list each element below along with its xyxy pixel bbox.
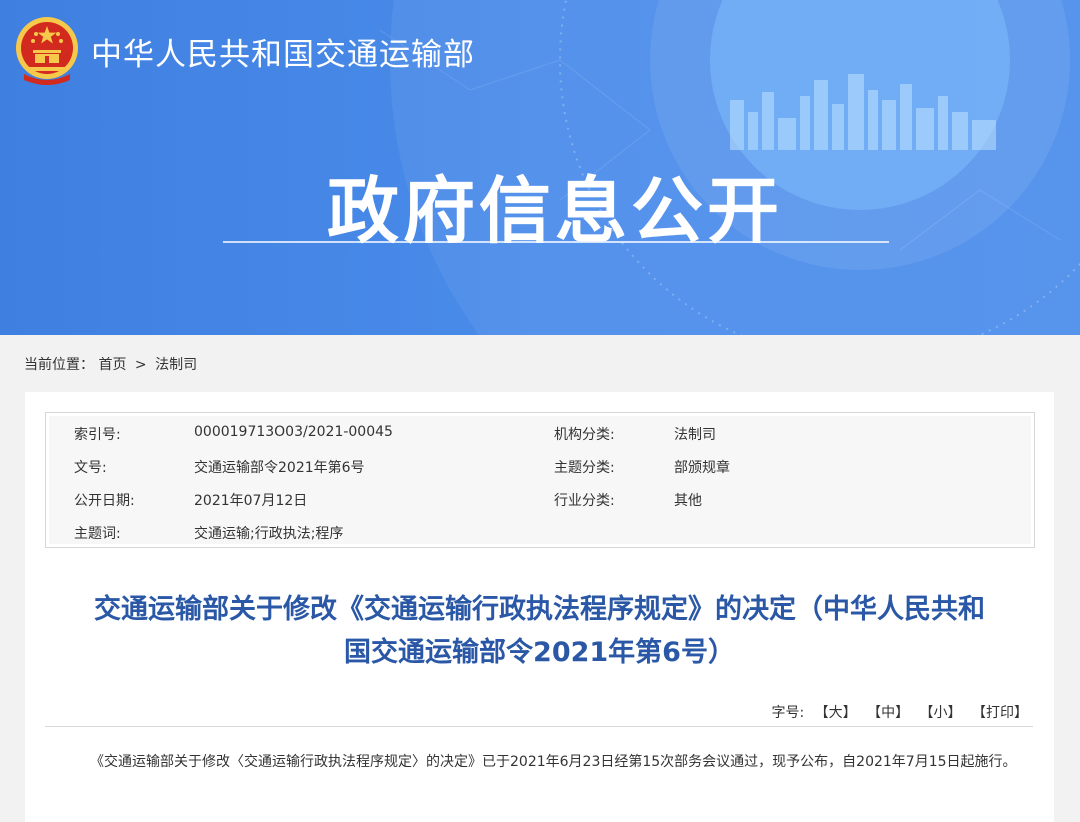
font-size-tools: 字号: 【大】 【中】 【小】 【打印】 <box>771 702 1028 722</box>
breadcrumb-separator: > <box>134 357 147 373</box>
meta-value: 2021年07月12日 <box>194 493 308 509</box>
meta-value: 000019713O03/2021-00045 <box>194 424 393 440</box>
meta-value: 其他 <box>674 493 702 509</box>
metadata-table: 索引号: 000019713O03/2021-00045 机构分类: 法制司 文… <box>45 412 1035 548</box>
content-panel: 索引号: 000019713O03/2021-00045 机构分类: 法制司 文… <box>25 392 1054 822</box>
breadcrumb-home-link[interactable]: 首页 <box>98 357 126 373</box>
font-large-button[interactable]: 【大】 <box>815 705 857 721</box>
print-button[interactable]: 【打印】 <box>972 705 1028 721</box>
article-title: 交通运输部关于修改《交通运输行政执法程序规定》的决定（中华人民共和 国交通运输部… <box>25 588 1054 674</box>
font-medium-button[interactable]: 【中】 <box>867 705 909 721</box>
meta-value: 部颁规章 <box>674 460 730 476</box>
site-name[interactable]: 中华人民共和国交通运输部 <box>91 29 475 74</box>
meta-key: 行业分类: <box>554 493 615 509</box>
meta-key: 主题词: <box>74 526 121 542</box>
breadcrumb-label: 当前位置： <box>24 357 94 373</box>
header-banner: 中华人民共和国交通运输部 政府信息公开 <box>0 0 1080 335</box>
breadcrumb: 当前位置： 首页 > 法制司 <box>24 354 197 374</box>
divider <box>45 726 1033 727</box>
article-body: 《交通运输部关于修改〈交通运输行政执法程序规定〉的决定》已于2021年6月23日… <box>90 754 1017 770</box>
national-emblem-icon <box>16 17 78 85</box>
banner-underline <box>223 241 889 243</box>
meta-value: 交通运输;行政执法;程序 <box>194 526 344 542</box>
meta-key: 文号: <box>74 460 107 476</box>
font-small-button[interactable]: 【小】 <box>920 705 962 721</box>
meta-key: 主题分类: <box>554 460 615 476</box>
meta-key: 索引号: <box>74 427 121 443</box>
breadcrumb-current-link[interactable]: 法制司 <box>155 357 197 373</box>
meta-key: 公开日期: <box>74 493 135 509</box>
font-size-label: 字号: <box>771 705 805 721</box>
article-title-line: 交通运输部关于修改《交通运输行政执法程序规定》的决定（中华人民共和 <box>94 594 985 625</box>
article-title-line: 国交通运输部令2021年第6号） <box>344 637 735 668</box>
meta-value: 交通运输部令2021年第6号 <box>194 460 365 476</box>
meta-value: 法制司 <box>674 427 716 443</box>
meta-key: 机构分类: <box>554 427 615 443</box>
